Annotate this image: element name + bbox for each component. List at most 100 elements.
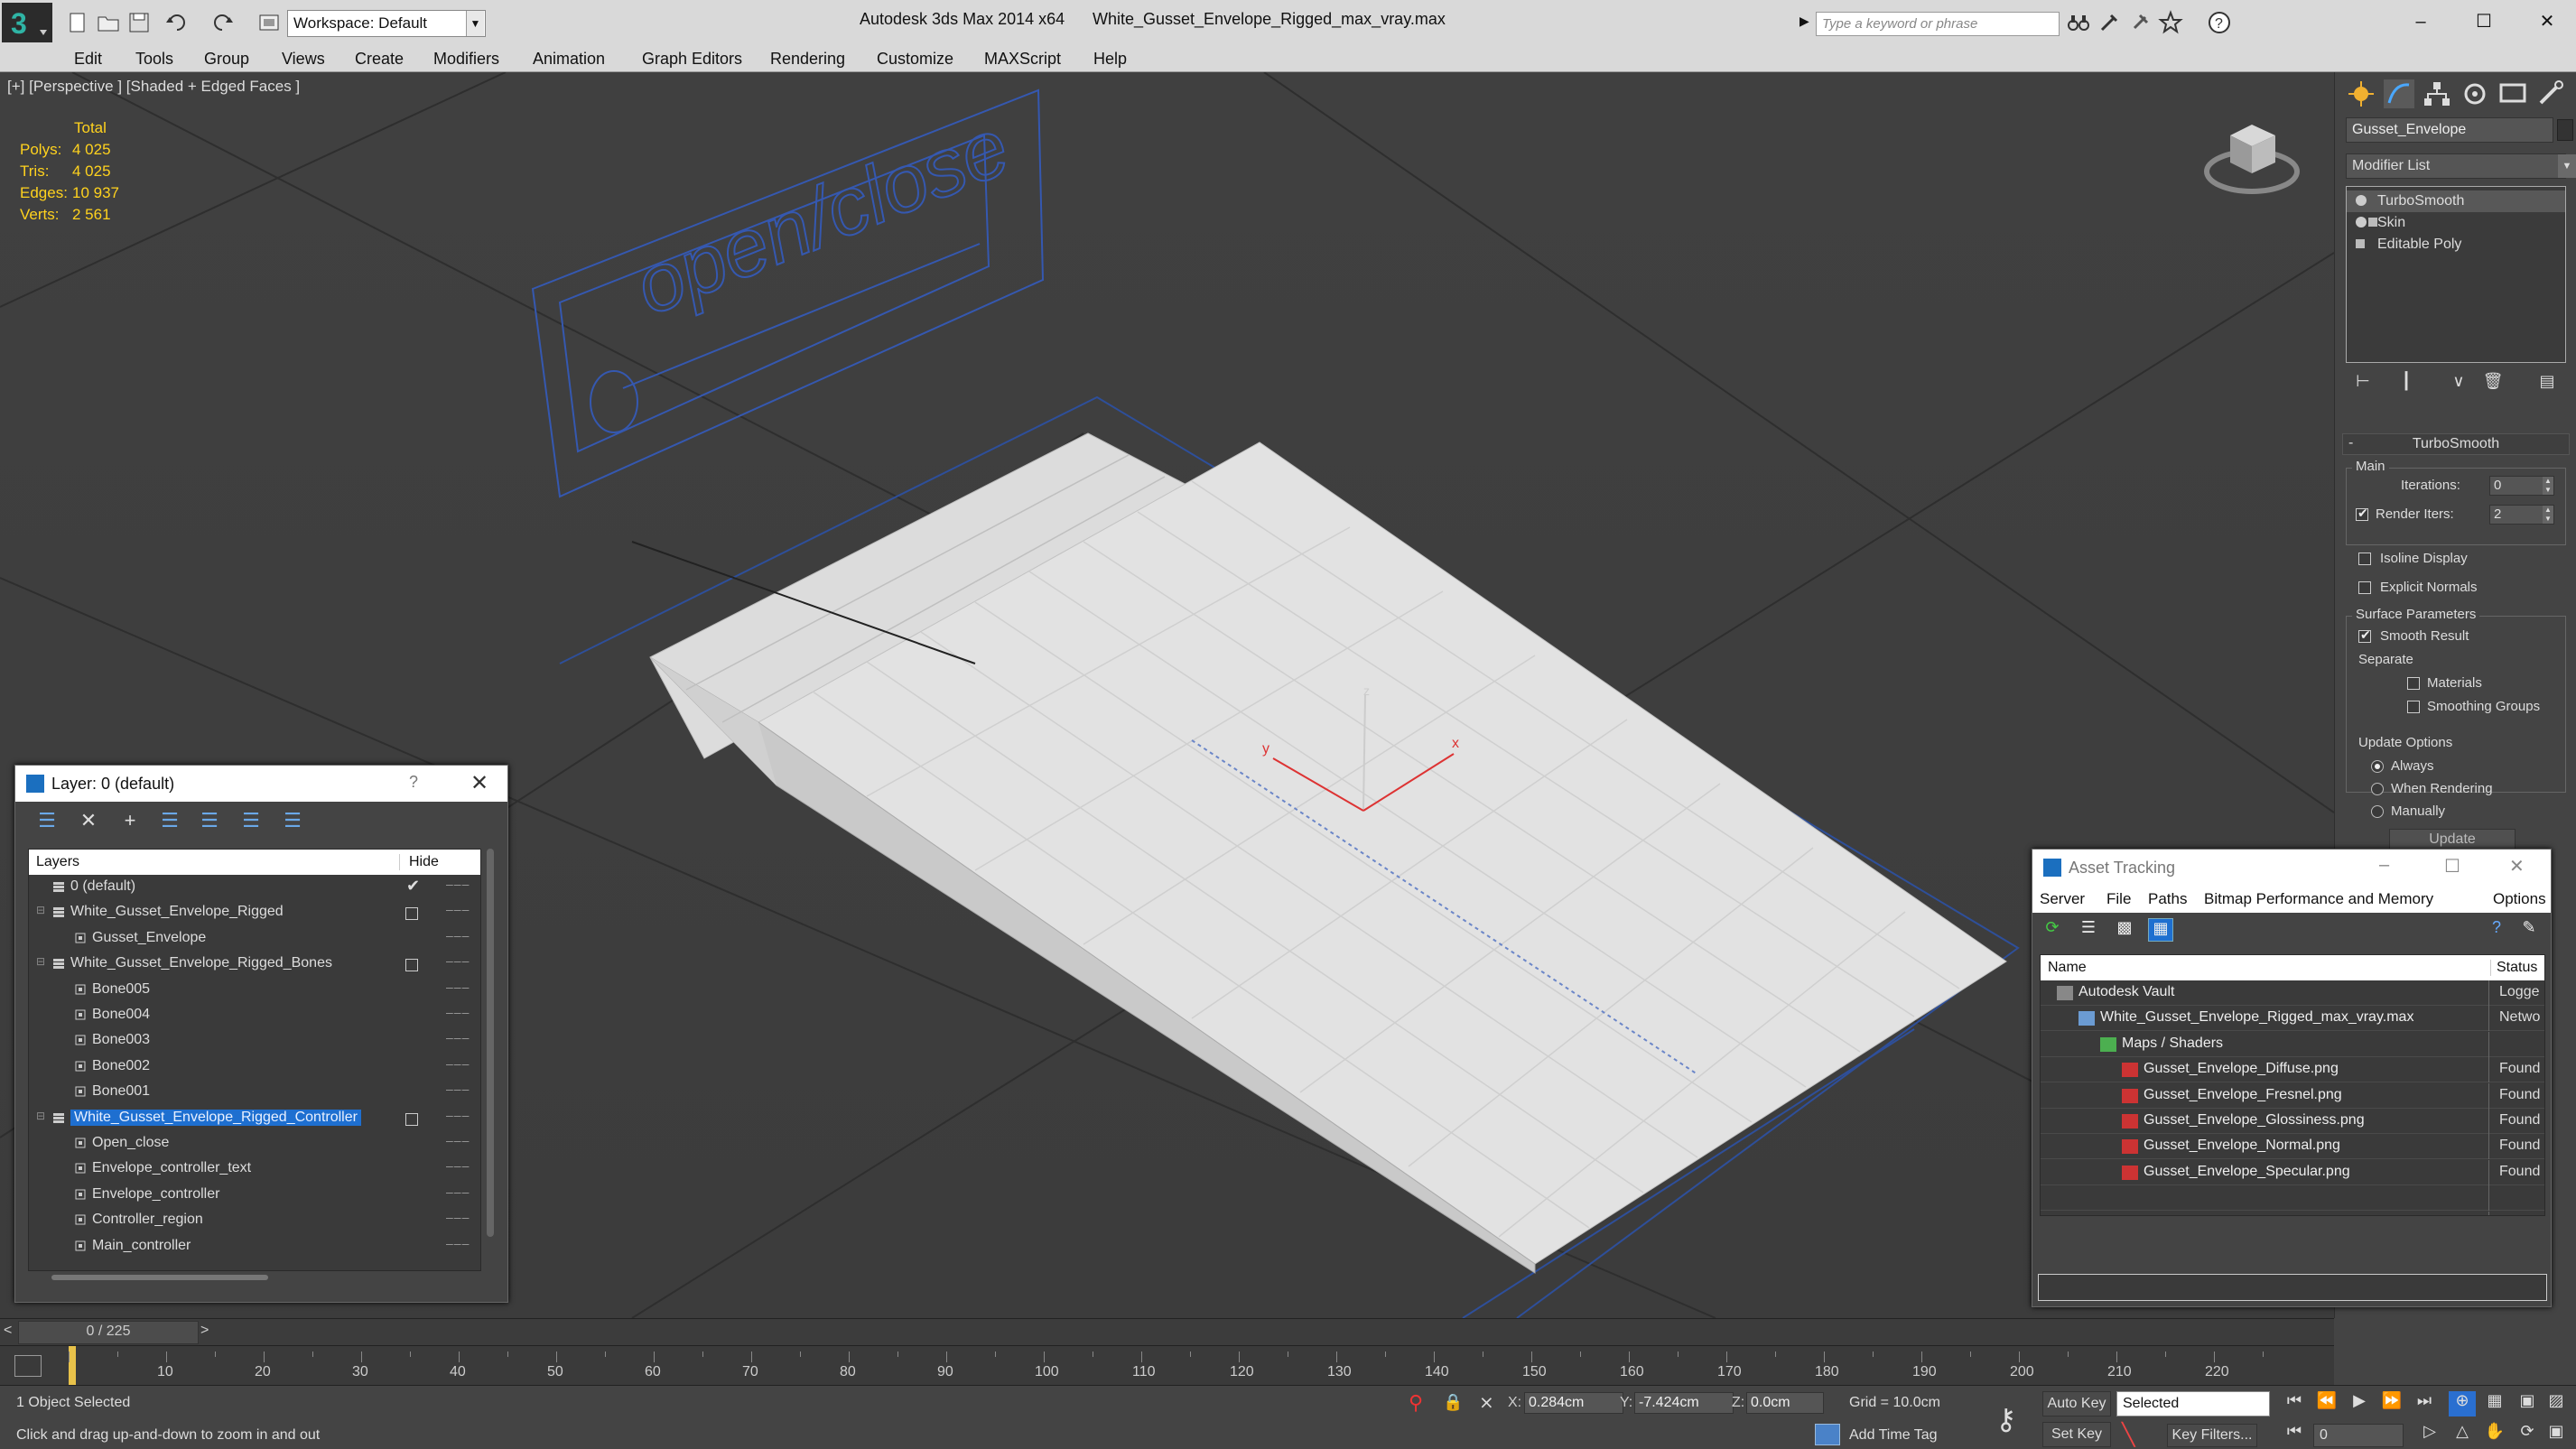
expand-plus-icon[interactable] (2356, 239, 2365, 248)
manually-radio[interactable] (2371, 805, 2384, 818)
undo-icon[interactable] (164, 10, 190, 35)
menu-animation[interactable]: Animation (533, 50, 605, 69)
remove-modifier-icon[interactable]: 🗑 (2481, 372, 2505, 395)
open-file-icon[interactable] (96, 10, 121, 35)
app-logo-button[interactable]: 3 (2, 3, 52, 42)
menu-create[interactable]: Create (355, 50, 404, 69)
isoline-display-checkbox[interactable] (2358, 553, 2371, 565)
object-color-swatch[interactable] (2557, 119, 2573, 141)
hide-toggle-placeholder[interactable]: ––– (446, 1236, 470, 1250)
hierarchy-tab-icon[interactable] (2420, 78, 2454, 110)
horizontal-scrollbar[interactable] (51, 1275, 268, 1280)
spinner-arrows-icon[interactable]: ▲ ▼ (2543, 477, 2553, 495)
help-button[interactable]: ? (409, 773, 418, 792)
hide-toggle-placeholder[interactable]: ––– (446, 1056, 470, 1071)
next-frame-button[interactable]: > (200, 1323, 209, 1339)
save-file-icon[interactable] (126, 10, 152, 35)
next-frame-icon[interactable]: ⏩ (2378, 1391, 2405, 1416)
collapse-icon[interactable]: ⊟ (36, 1110, 45, 1122)
menu-help[interactable]: Help (1093, 50, 1127, 69)
layer-row[interactable]: Gusset_Envelope ––– (29, 926, 480, 952)
asset-dialog-titlebar[interactable]: Asset Tracking – ☐ ✕ (2032, 850, 2551, 886)
hide-toggle-placeholder[interactable]: ––– (446, 1005, 470, 1019)
refresh-icon[interactable]: ⟳ (2040, 918, 2065, 942)
chevron-down-icon[interactable]: ▼ (466, 11, 484, 36)
time-cursor[interactable] (69, 1346, 76, 1386)
hide-all-layers-icon[interactable]: ☰ (237, 809, 265, 834)
lightbulb-icon[interactable] (2356, 195, 2367, 206)
spinner-arrows-icon[interactable]: ▲ ▼ (2543, 506, 2553, 524)
key-filters-button[interactable]: Key Filters... (2167, 1424, 2257, 1447)
hide-toggle-placeholder[interactable]: ––– (446, 1108, 470, 1122)
materials-checkbox[interactable] (2407, 677, 2420, 690)
hide-toggle[interactable] (405, 907, 418, 921)
make-unique-icon[interactable]: ∨ (2447, 372, 2470, 395)
show-end-result-icon[interactable]: ┃ (2395, 372, 2418, 395)
when-rendering-radio[interactable] (2371, 783, 2384, 795)
hide-toggle-placeholder[interactable]: ––– (446, 1082, 470, 1096)
project-folder-icon[interactable] (256, 10, 282, 35)
hide-toggle-placeholder[interactable]: ––– (446, 980, 470, 994)
open-mini-curve-editor-icon[interactable] (14, 1355, 42, 1377)
layer-row[interactable]: Bone002 ––– (29, 1054, 480, 1080)
current-layer-check-icon[interactable]: ✔ (406, 877, 420, 896)
motion-tab-icon[interactable] (2458, 78, 2492, 110)
asset-row[interactable]: Gusset_Envelope_Specular.png Found (2041, 1159, 2544, 1185)
menu-graph-editors[interactable]: Graph Editors (642, 50, 742, 69)
pin-stack-icon[interactable]: ⊢ (2351, 372, 2375, 395)
lock-selection-icon[interactable]: 🔒 (1443, 1393, 1463, 1412)
previous-frame-icon[interactable]: ⏪ (2313, 1391, 2340, 1416)
layer-row[interactable]: White_Gusset_Envelope_Rigged ––– ⊟ (29, 900, 480, 925)
asset-path-field[interactable] (2038, 1274, 2547, 1301)
menu-rendering[interactable]: Rendering (770, 50, 845, 69)
lightbulb-icon[interactable] (2356, 217, 2367, 228)
close-button[interactable]: ✕ (2509, 855, 2525, 878)
zoom-all-icon[interactable]: ▦ (2481, 1391, 2508, 1416)
hide-toggle-placeholder[interactable]: ––– (446, 1158, 470, 1173)
hide-toggle-placeholder[interactable]: ––– (446, 928, 470, 943)
menu-tools[interactable]: Tools (135, 50, 173, 69)
binoculars-icon[interactable] (2066, 10, 2091, 35)
help-icon[interactable]: ? (2207, 10, 2232, 35)
delete-layer-icon[interactable]: ✕ (75, 809, 102, 834)
menu-customize[interactable]: Customize (877, 50, 953, 69)
render-iters-checkbox[interactable] (2356, 506, 2368, 521)
smooth-result-checkbox[interactable] (2358, 627, 2371, 643)
zoom-viewport-icon[interactable]: ⊕ (2449, 1391, 2476, 1416)
zoom-extents-all-icon[interactable]: ▨ (2543, 1391, 2570, 1416)
previous-frame-button[interactable]: < (4, 1323, 12, 1339)
freeze-all-layers-icon[interactable]: ☰ (279, 809, 306, 834)
layers-column-header[interactable]: Layers (36, 854, 79, 870)
hide-toggle-placeholder[interactable]: ––– (446, 1210, 470, 1224)
highlight-editor-icon[interactable]: ✎ (2516, 918, 2542, 942)
name-column-header[interactable]: Name (2048, 960, 2087, 976)
asset-row[interactable]: White_Gusset_Envelope_Rigged_max_vray.ma… (2041, 1006, 2544, 1032)
thumbnail-view-icon[interactable]: ▩ (2112, 918, 2137, 942)
hide-toggle-placeholder[interactable]: ––– (446, 902, 470, 916)
time-slider-thumb[interactable]: 0 / 225 (18, 1321, 199, 1344)
time-tag-icon[interactable] (1815, 1424, 1840, 1445)
search-expand-icon[interactable]: ▶ (1799, 14, 1809, 29)
turbosmooth-rollout-header[interactable]: - TurboSmooth (2342, 433, 2570, 455)
list-view-icon[interactable]: ☰ (2076, 918, 2101, 942)
new-layer-icon[interactable]: ☰ (33, 809, 60, 834)
search-input[interactable]: Type a keyword or phrase (1816, 12, 2060, 36)
layer-row[interactable]: Controller_region ––– (29, 1208, 480, 1233)
layer-row[interactable]: White_Gusset_Envelope_Rigged_Controller –… (29, 1106, 480, 1131)
go-to-end-icon[interactable]: ⏭ (2411, 1391, 2438, 1416)
menu-group[interactable]: Group (204, 50, 249, 69)
set-keys-icon[interactable]: ╲ (2122, 1422, 2134, 1448)
key-set-dropdown[interactable]: Selected (2116, 1391, 2270, 1416)
field-of-view-icon[interactable]: △ (2449, 1422, 2476, 1447)
collapse-icon[interactable]: - (2348, 435, 2353, 451)
always-radio[interactable] (2371, 760, 2384, 773)
key-icon[interactable]: ⚷ (1995, 1402, 2016, 1436)
modifier-list-dropdown[interactable]: Modifier List ▼ (2346, 153, 2576, 179)
stack-item-editable-poly[interactable]: Editable Poly (2347, 234, 2565, 255)
collapse-icon[interactable]: ⊟ (36, 904, 45, 916)
asset-row[interactable]: Maps / Shaders (2041, 1031, 2544, 1057)
asset-menu-file[interactable]: File (2106, 890, 2131, 908)
add-time-tag-button[interactable]: Add Time Tag (1849, 1427, 1938, 1444)
key-mode-icon[interactable]: ⏮ (2281, 1422, 2308, 1447)
play-icon[interactable]: ▶ (2346, 1391, 2373, 1416)
